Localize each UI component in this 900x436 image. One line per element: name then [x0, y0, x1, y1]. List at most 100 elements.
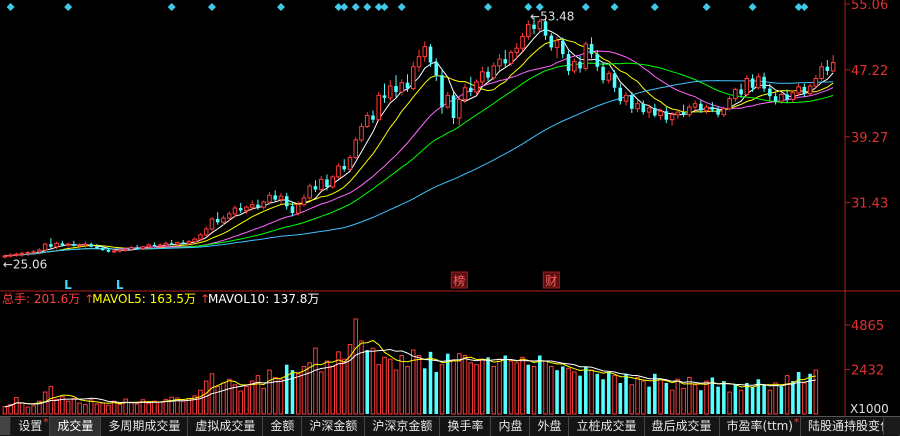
- scroll-right-button[interactable]: [883, 417, 900, 435]
- candle-body: [630, 95, 634, 109]
- candle-body: [790, 92, 796, 101]
- volume-bar: [543, 360, 548, 415]
- candle-body: [342, 165, 347, 170]
- signal-diamond-icon: [276, 3, 285, 11]
- volume-bar: [2, 406, 8, 415]
- scroll-left-button[interactable]: [0, 417, 12, 435]
- high-price-label: ←53.48: [530, 9, 574, 23]
- volume-bar: [779, 386, 784, 414]
- tab-turnover-rate[interactable]: 换手率: [440, 417, 492, 436]
- candle-body: [739, 89, 743, 95]
- volume-bar: [561, 366, 565, 414]
- volume-bar: [284, 364, 289, 414]
- volume-bar: [416, 355, 422, 415]
- volume-bar: [555, 370, 559, 414]
- volume-bar: [387, 358, 393, 415]
- tab-label: 多周期成交量: [108, 419, 181, 433]
- volume-bar: [578, 375, 582, 414]
- candle-body: [140, 246, 146, 249]
- volume-bar: [272, 376, 278, 415]
- volume-bar: [249, 380, 255, 415]
- volume-legend-item: 总手: 201.6万: [2, 292, 80, 306]
- volume-bar: [434, 371, 439, 414]
- volume-bar: [802, 382, 807, 415]
- tab-settings[interactable]: 设置 *: [11, 417, 51, 436]
- volume-bar: [25, 406, 31, 415]
- tab-virtual-volume[interactable]: 虚拟成交量: [188, 417, 264, 436]
- volume-bar: [405, 365, 410, 415]
- volume-bar: [699, 390, 703, 414]
- candle-body: [192, 238, 197, 243]
- volume-bar: [244, 386, 249, 415]
- volume-bar: [618, 382, 623, 414]
- candle-body: [77, 244, 82, 247]
- tab-sh-sz-amount[interactable]: 沪深金额: [302, 417, 366, 436]
- volume-bar: [653, 373, 657, 414]
- signal-diamond-icon: [6, 3, 15, 11]
- volume-bar: [313, 347, 318, 415]
- tab-multi-period-volume[interactable]: 多周期成交量: [101, 417, 189, 436]
- ma-line-60: [4, 80, 834, 257]
- candle-body: [802, 86, 807, 94]
- tab-sh-sz-bj-amount[interactable]: 沪深京金额: [365, 417, 441, 436]
- candle-body: [762, 76, 766, 89]
- volume-bar: [169, 396, 174, 415]
- volume-bar: [123, 398, 128, 415]
- candle-body: [37, 249, 42, 253]
- candle-body: [72, 244, 76, 246]
- candle-body: [428, 46, 433, 63]
- candle-body: [49, 244, 53, 247]
- tab-after-hours-volume[interactable]: 盘后成交量: [645, 417, 720, 436]
- volume-bar: [669, 389, 675, 415]
- stock-chart[interactable]: 55.06 47.22 39.27 31.43 ←53.48 ←25.06 L L 榜 财 4865…: [0, 0, 900, 416]
- tab-pile-volume[interactable]: 立桩成交量: [569, 417, 645, 436]
- candle-body: [249, 204, 255, 208]
- candle-body: [773, 96, 778, 102]
- signal-diamond-icon: [397, 3, 406, 11]
- volume-bar: [468, 362, 474, 415]
- volume-bar: [330, 365, 336, 415]
- price-tick-label: 55.06: [851, 0, 888, 13]
- volume-bar: [255, 375, 261, 415]
- candle-body: [520, 35, 525, 49]
- event-marker-label: 榜: [453, 273, 465, 288]
- candle-body: [646, 107, 652, 113]
- signal-diamond-icon: [748, 3, 757, 11]
- candle-body: [669, 114, 675, 121]
- tab-label: 沪深京金额: [372, 419, 433, 433]
- volume-bar: [77, 402, 82, 415]
- candle-body: [819, 66, 824, 80]
- tab-outer-volume[interactable]: 外盘: [530, 417, 570, 436]
- candle-body: [146, 244, 151, 248]
- volume-bar: [353, 318, 359, 415]
- volume-bar: [658, 378, 663, 415]
- candle-body: [405, 82, 410, 89]
- indicator-tab-bar: 设置 * 成交量 多周期成交量 虚拟成交量 金额 沪深金额 沪深京金额 换手率 内…: [0, 416, 900, 436]
- tab-amount[interactable]: 金额: [263, 417, 303, 436]
- candle-body: [157, 244, 163, 247]
- candle-body: [491, 65, 497, 79]
- volume-bar: [549, 365, 554, 415]
- candle-body: [561, 40, 565, 55]
- tab-pe-ttm[interactable]: 市盈率(ttm) *: [720, 417, 801, 436]
- tab-volume[interactable]: 成交量: [50, 417, 102, 436]
- volume-bar: [428, 351, 433, 414]
- candle-body: [451, 95, 456, 119]
- candle-body: [364, 115, 370, 127]
- candle-body: [181, 242, 185, 244]
- candle-body: [198, 234, 203, 240]
- tab-dot: *: [43, 417, 49, 428]
- volume-bar: [14, 397, 19, 415]
- volume-bar: [750, 386, 755, 414]
- candle-body: [462, 87, 468, 101]
- volume-bar: [19, 402, 25, 415]
- volume-bar: [704, 380, 709, 415]
- tab-inner-volume[interactable]: 内盘: [491, 417, 531, 436]
- volume-bar: [295, 373, 301, 415]
- candle-body: [83, 243, 88, 246]
- tab-label: 换手率: [447, 419, 484, 433]
- volume-bar: [538, 355, 542, 414]
- candle-body: [278, 195, 284, 201]
- candle-body: [744, 78, 750, 95]
- volume-bar: [146, 402, 151, 415]
